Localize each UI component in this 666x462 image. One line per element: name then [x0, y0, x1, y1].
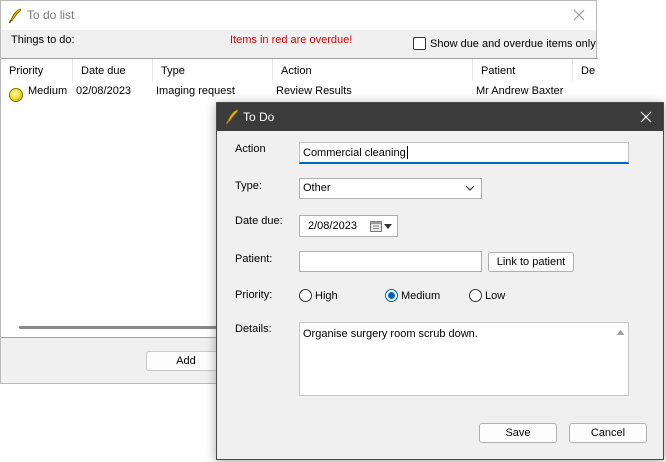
row-priority: Medium: [28, 85, 68, 97]
row-date-due: 02/08/2023: [76, 85, 132, 97]
row-type: Imaging request: [156, 85, 235, 97]
priority-ball-icon: [9, 88, 23, 102]
column-header-details[interactable]: De: [573, 59, 598, 81]
priority-option-label: Low: [485, 289, 506, 302]
table-row[interactable]: Medium 02/08/2023 Imaging request Review…: [1, 83, 598, 102]
radio-circle-selected[interactable]: [385, 289, 398, 302]
dialog-title: To Do: [243, 110, 275, 124]
action-label: Action: [235, 143, 266, 155]
show-due-label: Show due and overdue items only: [430, 37, 596, 50]
things-to-do-label: Things to do:: [11, 34, 75, 46]
priority-option-label: Medium: [401, 289, 441, 302]
save-button[interactable]: Save: [479, 423, 557, 443]
close-icon[interactable]: [570, 6, 588, 24]
todo-list-title: To do list: [27, 8, 75, 22]
type-value: Other: [303, 182, 331, 194]
close-icon[interactable]: [637, 108, 655, 126]
type-select[interactable]: Other: [299, 178, 482, 199]
type-label: Type:: [235, 180, 262, 192]
overdue-note: Items in red are overdue!: [230, 34, 353, 46]
quill-icon: [8, 8, 22, 24]
action-value: Commercial cleaning: [303, 146, 406, 159]
priority-option-label: High: [315, 289, 338, 302]
link-to-patient-button[interactable]: Link to patient: [488, 252, 574, 272]
column-header-type[interactable]: Type: [153, 59, 273, 81]
list-header: Priority Date due Type Action Patient De: [1, 59, 598, 81]
chevron-down-icon: [465, 185, 475, 191]
radio-circle[interactable]: [299, 289, 312, 302]
details-textarea[interactable]: Organise surgery room scrub down.: [299, 322, 629, 396]
text-caret: [406, 146, 408, 159]
calendar-icon[interactable]: [370, 220, 382, 232]
todo-list-titlebar: To do list: [1, 1, 596, 30]
horizontal-scrollbar[interactable]: [19, 326, 229, 329]
date-due-label: Date due:: [235, 215, 283, 227]
column-header-priority[interactable]: Priority: [1, 59, 73, 81]
action-input[interactable]: Commercial cleaning: [299, 142, 629, 164]
show-due-checkbox[interactable]: Show due and overdue items only: [413, 37, 596, 50]
priority-radio-high[interactable]: High: [299, 289, 338, 302]
chevron-down-icon[interactable]: [384, 224, 392, 229]
quill-icon: [225, 109, 239, 125]
priority-radio-medium[interactable]: Medium: [385, 289, 440, 302]
column-header-date-due[interactable]: Date due: [73, 59, 153, 81]
patient-input[interactable]: [299, 251, 482, 272]
patient-label: Patient:: [235, 253, 273, 265]
dialog-titlebar: To Do: [217, 103, 663, 131]
row-action: Review Results: [276, 85, 352, 97]
row-patient: Mr Andrew Baxter: [476, 85, 564, 97]
details-value: Organise surgery room scrub down.: [303, 328, 478, 340]
vertical-scrollbar[interactable]: [615, 325, 626, 393]
priority-radio-low[interactable]: Low: [469, 289, 505, 302]
cancel-button[interactable]: Cancel: [569, 423, 647, 443]
todo-dialog: To Do Action Commercial cleaning Type: O…: [216, 102, 664, 460]
details-label: Details:: [235, 323, 272, 335]
column-header-patient[interactable]: Patient: [473, 59, 573, 81]
date-due-picker[interactable]: 2/08/2023: [299, 215, 398, 237]
radio-circle[interactable]: [469, 289, 482, 302]
add-button[interactable]: Add: [146, 351, 226, 371]
date-due-value: 2/08/2023: [308, 220, 357, 232]
column-header-action[interactable]: Action: [273, 59, 473, 81]
priority-label: Priority:: [235, 289, 273, 301]
checkbox-box[interactable]: [413, 37, 426, 50]
